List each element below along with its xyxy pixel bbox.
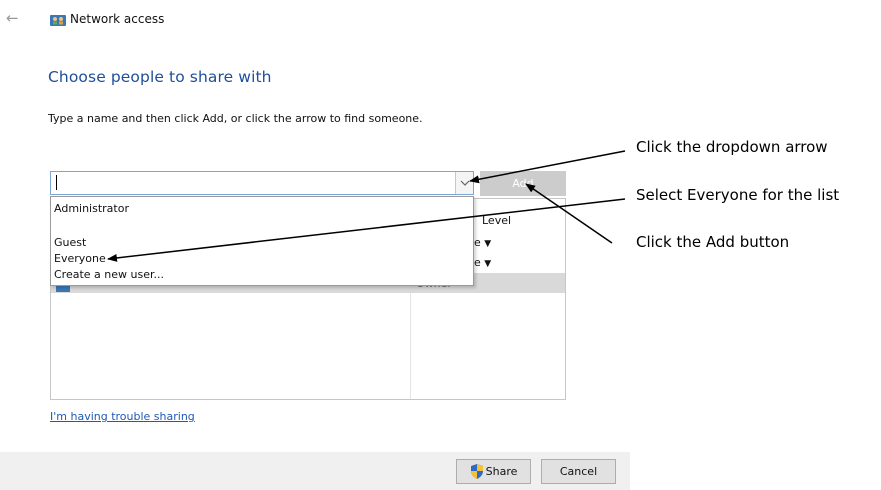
instruction-text: Type a name and then click Add, or click…	[48, 112, 423, 125]
cancel-button[interactable]: Cancel	[541, 459, 616, 484]
add-button[interactable]: Add	[480, 171, 566, 196]
share-label: Share	[485, 465, 518, 478]
footer-bar	[0, 452, 630, 490]
chevron-down-icon	[460, 180, 470, 186]
annotation-select-everyone: Select Everyone for the list	[636, 186, 840, 204]
text-cursor	[56, 175, 57, 190]
uac-shield-icon	[470, 464, 483, 479]
dropdown-item-everyone[interactable]: Everyone	[54, 252, 106, 265]
name-input[interactable]	[50, 171, 474, 195]
dropdown-item-create-user[interactable]: Create a new user...	[54, 268, 164, 281]
share-button[interactable]: Share	[456, 459, 531, 484]
permission-dropdown-row-2[interactable]: e ▼	[474, 256, 491, 269]
dropdown-item-guest[interactable]: Guest	[54, 236, 86, 249]
permission-level-header: Level	[482, 214, 512, 227]
annotation-dropdown-arrow: Click the dropdown arrow	[636, 138, 828, 156]
caret-down-icon: ▼	[484, 239, 492, 249]
network-access-icon	[50, 12, 66, 26]
page-title: Choose people to share with	[48, 68, 272, 86]
dropdown-arrow-button[interactable]	[455, 172, 473, 194]
caret-down-icon: ▼	[484, 259, 492, 269]
window-title: Network access	[70, 12, 165, 26]
permission-dropdown-row-1[interactable]: e ▼	[474, 236, 491, 249]
trouble-sharing-link[interactable]: I'm having trouble sharing	[50, 410, 195, 423]
dropdown-item-administrator[interactable]: Administrator	[54, 202, 129, 215]
permission-value: e	[474, 256, 481, 269]
permission-value: e	[474, 236, 481, 249]
annotation-add-button: Click the Add button	[636, 233, 790, 251]
back-arrow-icon[interactable]: ←	[6, 10, 22, 26]
